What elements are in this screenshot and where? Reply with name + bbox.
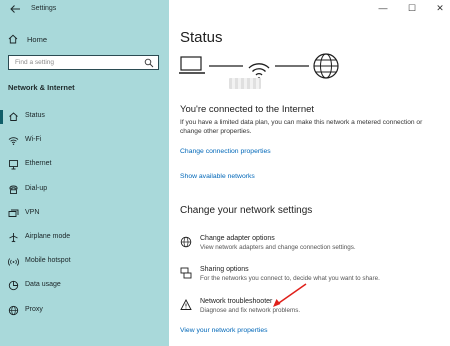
home-link[interactable]: Home <box>8 32 47 46</box>
network-troubleshooter[interactable]: Network troubleshooter Diagnose and fix … <box>180 298 440 324</box>
proxy-icon <box>8 305 19 315</box>
sidebar-item-label: Mobile hotspot <box>25 257 71 265</box>
page-title: Status <box>180 29 223 46</box>
vpn-icon <box>8 209 19 217</box>
sharing-options[interactable]: Sharing options For the networks you con… <box>180 266 440 292</box>
option-title: Network troubleshooter <box>200 298 273 305</box>
change-settings-heading: Change your network settings <box>180 205 313 216</box>
warning-icon <box>180 299 192 310</box>
home-icon <box>8 34 18 44</box>
main-content: — ☐ ✕ Status You're connected to the Int… <box>169 0 450 346</box>
home-status-icon <box>9 112 18 121</box>
sidebar-item-vpn[interactable]: VPN <box>0 202 169 226</box>
network-status-diagram <box>179 53 339 80</box>
adapter-icon <box>180 236 192 248</box>
app-title: Settings <box>31 5 57 12</box>
connected-text: If you have a limited data plan, you can… <box>180 119 423 135</box>
redacted-network-name <box>229 78 261 89</box>
data-usage-icon <box>8 281 19 291</box>
sidebar-item-label: Status <box>25 112 45 119</box>
change-connection-properties-link[interactable]: Change connection properties <box>180 148 271 155</box>
sidebar-item-label: Ethernet <box>25 160 52 168</box>
option-desc: View network adapters and change connect… <box>200 244 356 251</box>
show-available-networks-link[interactable]: Show available networks <box>180 173 255 180</box>
sidebar-item-label: VPN <box>25 208 40 216</box>
sidebar-item-wifi[interactable]: Wi-Fi <box>0 129 169 153</box>
sidebar-item-hotspot[interactable]: Mobile hotspot <box>0 250 169 274</box>
minimize-button[interactable]: — <box>376 3 390 13</box>
sidebar-item-label: Dial-up <box>25 184 48 192</box>
connected-heading: You're connected to the Internet <box>180 104 315 115</box>
dialup-icon <box>9 185 18 194</box>
globe-icon <box>313 53 339 79</box>
sidebar-item-status[interactable]: Status <box>0 105 169 129</box>
search-input[interactable]: Find a setting <box>8 55 159 70</box>
sidebar: Settings Home Find a setting Network & I… <box>0 0 169 346</box>
search-icon[interactable] <box>144 58 154 68</box>
airplane-icon <box>9 232 18 243</box>
sidebar-item-ethernet[interactable]: Ethernet <box>0 153 169 177</box>
laptop-icon <box>179 56 205 74</box>
sidebar-item-dialup[interactable]: Dial-up <box>0 178 169 202</box>
sidebar-item-airplane[interactable]: Airplane mode <box>0 226 169 250</box>
annotation-arrow-icon <box>273 283 307 307</box>
close-button[interactable]: ✕ <box>433 3 447 14</box>
section-title: Network & Internet <box>8 83 75 92</box>
back-arrow-icon[interactable] <box>9 4 21 14</box>
home-label: Home <box>27 34 48 44</box>
option-title: Sharing options <box>200 266 249 273</box>
sidebar-item-label: Airplane mode <box>25 232 71 240</box>
change-adapter-options[interactable]: Change adapter options View network adap… <box>180 235 440 261</box>
sidebar-item-proxy[interactable]: Proxy <box>0 299 169 323</box>
maximize-button[interactable]: ☐ <box>405 3 419 14</box>
sharing-icon <box>180 267 192 279</box>
option-desc: For the networks you connect to, decide … <box>200 275 380 282</box>
wifi-icon <box>8 137 19 146</box>
view-network-properties-link[interactable]: View your network properties <box>180 327 268 334</box>
sidebar-item-label: Data usage <box>25 281 61 289</box>
hotspot-icon <box>8 258 19 266</box>
sidebar-item-label: Proxy <box>25 305 43 313</box>
sidebar-item-data-usage[interactable]: Data usage <box>0 274 169 298</box>
search-placeholder: Find a setting <box>15 59 55 66</box>
sidebar-nav: Status Wi-Fi Ethernet Dial-up VPN Airpla… <box>0 105 169 323</box>
ethernet-icon <box>9 160 18 170</box>
option-title: Change adapter options <box>200 235 275 242</box>
sidebar-item-label: Wi-Fi <box>25 136 42 144</box>
